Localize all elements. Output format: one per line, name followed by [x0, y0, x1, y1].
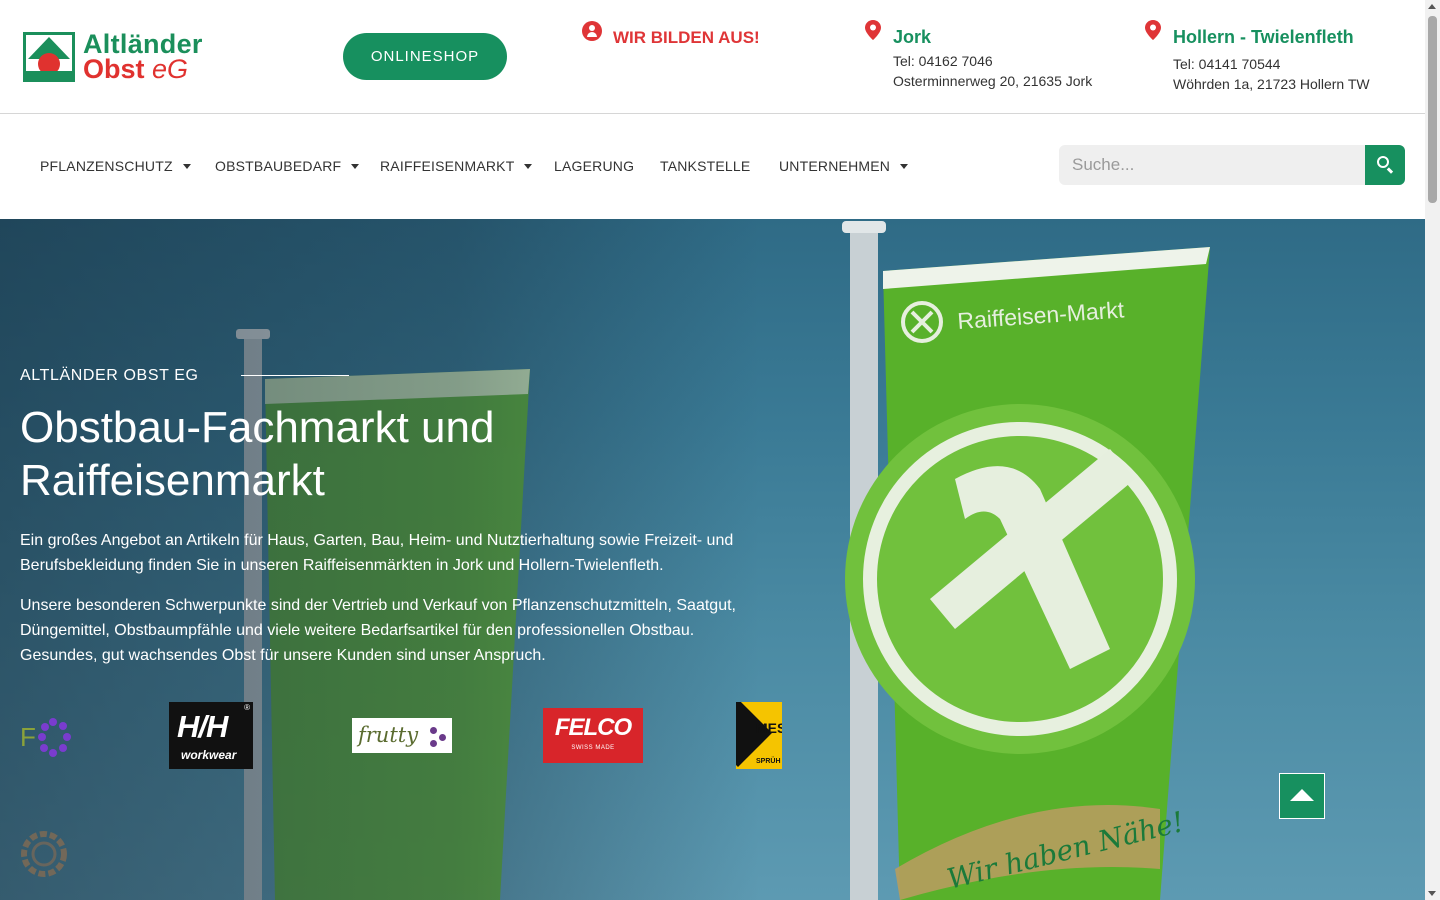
location-phone[interactable]: Tel: 04162 7046: [893, 53, 993, 69]
location-address: Wöhrden 1a, 21723 Hollern TW: [1173, 76, 1370, 92]
nav-item-label: PFLANZENSCHUTZ: [40, 158, 173, 174]
brand-hh-text: H/H: [177, 709, 228, 744]
user-circle-icon: [582, 21, 602, 41]
cookie-settings-button[interactable]: [20, 830, 68, 878]
brand-logo-partial[interactable]: F: [20, 718, 72, 758]
eyebrow-divider: [241, 375, 349, 376]
hero-eyebrow: ALTLÄNDER OBST EG: [20, 367, 199, 384]
map-pin-icon: [1145, 20, 1161, 40]
top-header: Altländer Obst eG ONLINESHOP WIR BILDEN …: [0, 0, 1425, 114]
nav-item-label: UNTERNEHMEN: [779, 158, 891, 174]
nav-item-obstbaubedarf[interactable]: OBSTBAUBEDARF: [215, 158, 360, 174]
brand-hh-subtext: workwear: [181, 748, 237, 762]
scrollbar-thumb[interactable]: [1428, 16, 1437, 203]
company-logo[interactable]: Altländer Obst eG: [23, 29, 226, 84]
apprenticeship-label: WIR BILDEN AUS!: [613, 28, 760, 47]
nav-item-label: RAIFFEISENMARKT: [380, 158, 515, 174]
nav-item-pflanzenschutz[interactable]: PFLANZENSCHUTZ: [40, 158, 191, 174]
location-name[interactable]: Jork: [893, 27, 931, 48]
hero-paragraph-2: Unsere besonderen Schwerpunkte sind der …: [20, 597, 736, 664]
logo-text-line2: Obst eG: [83, 54, 189, 84]
hero-paragraph-1: Ein großes Angebot an Artikeln für Haus,…: [20, 532, 734, 574]
nav-item-label: LAGERUNG: [554, 158, 635, 174]
brand-logo-partial-icon: F: [20, 718, 71, 757]
page-scrollbar[interactable]: [1425, 0, 1440, 900]
brand-felco-subtext: SWISS MADE: [571, 745, 615, 751]
brand-mes-subtext: SPRÜH: [756, 758, 781, 765]
brand-logo-frutty[interactable]: frutty: [352, 718, 452, 753]
caret-down-icon: [182, 163, 191, 169]
location-name[interactable]: Hollern - Twielenfleth: [1173, 27, 1354, 48]
main-navigation: PFLANZENSCHUTZ OBSTBAUBEDARF RAIFFEISENM…: [0, 115, 1425, 219]
brand-frutty-text: frutty: [358, 723, 419, 747]
search-form: [1059, 145, 1405, 185]
scroll-up-icon[interactable]: [1428, 4, 1436, 9]
nav-item-label: OBSTBAUBEDARF: [215, 158, 342, 174]
search-icon: [1377, 156, 1389, 168]
brand-logo-hh-workwear[interactable]: H/H workwear ®: [169, 702, 253, 769]
arrow-up-icon: [1290, 789, 1314, 801]
search-input[interactable]: [1059, 145, 1365, 185]
brand-mes-text: MES: [756, 720, 782, 736]
apprenticeship-link[interactable]: WIR BILDEN AUS!: [582, 18, 760, 48]
nav-item-tankstelle[interactable]: TANKSTELLE: [660, 158, 750, 174]
location-phone[interactable]: Tel: 04141 70544: [1173, 56, 1280, 72]
brand-felco-text: FELCO: [554, 714, 632, 741]
location-address: Osterminnerweg 20, 21635 Jork: [893, 73, 1093, 89]
brand-logo-mesto[interactable]: MES SPRÜH: [736, 702, 782, 769]
svg-text:F: F: [20, 722, 36, 752]
nav-item-label: TANKSTELLE: [660, 158, 751, 174]
caret-down-icon: [351, 163, 360, 169]
nav-item-unternehmen[interactable]: UNTERNEHMEN: [779, 158, 909, 174]
hero-section: Raiffeisen-Markt Wir haben Nähe! ALTLÄND…: [0, 219, 1425, 900]
hero-headline: Obstbau-Fachmarkt und Raiffeisenmarkt: [20, 403, 495, 505]
cookie-settings-icon: [21, 831, 67, 877]
registered-mark: ®: [244, 703, 250, 712]
map-pin-icon: [865, 20, 881, 40]
onlineshop-button[interactable]: ONLINESHOP: [343, 33, 507, 80]
search-button[interactable]: [1365, 145, 1405, 185]
caret-down-icon: [524, 163, 533, 169]
brand-logo-felco[interactable]: FELCO SWISS MADE: [543, 708, 643, 763]
logo-mark-icon: [23, 32, 75, 82]
nav-item-lagerung[interactable]: LAGERUNG: [554, 158, 634, 174]
scroll-down-icon[interactable]: [1428, 891, 1436, 896]
caret-down-icon: [900, 163, 909, 169]
nav-item-raiffeisenmarkt[interactable]: RAIFFEISENMARKT: [380, 158, 533, 174]
back-to-top-button[interactable]: [1279, 773, 1325, 819]
